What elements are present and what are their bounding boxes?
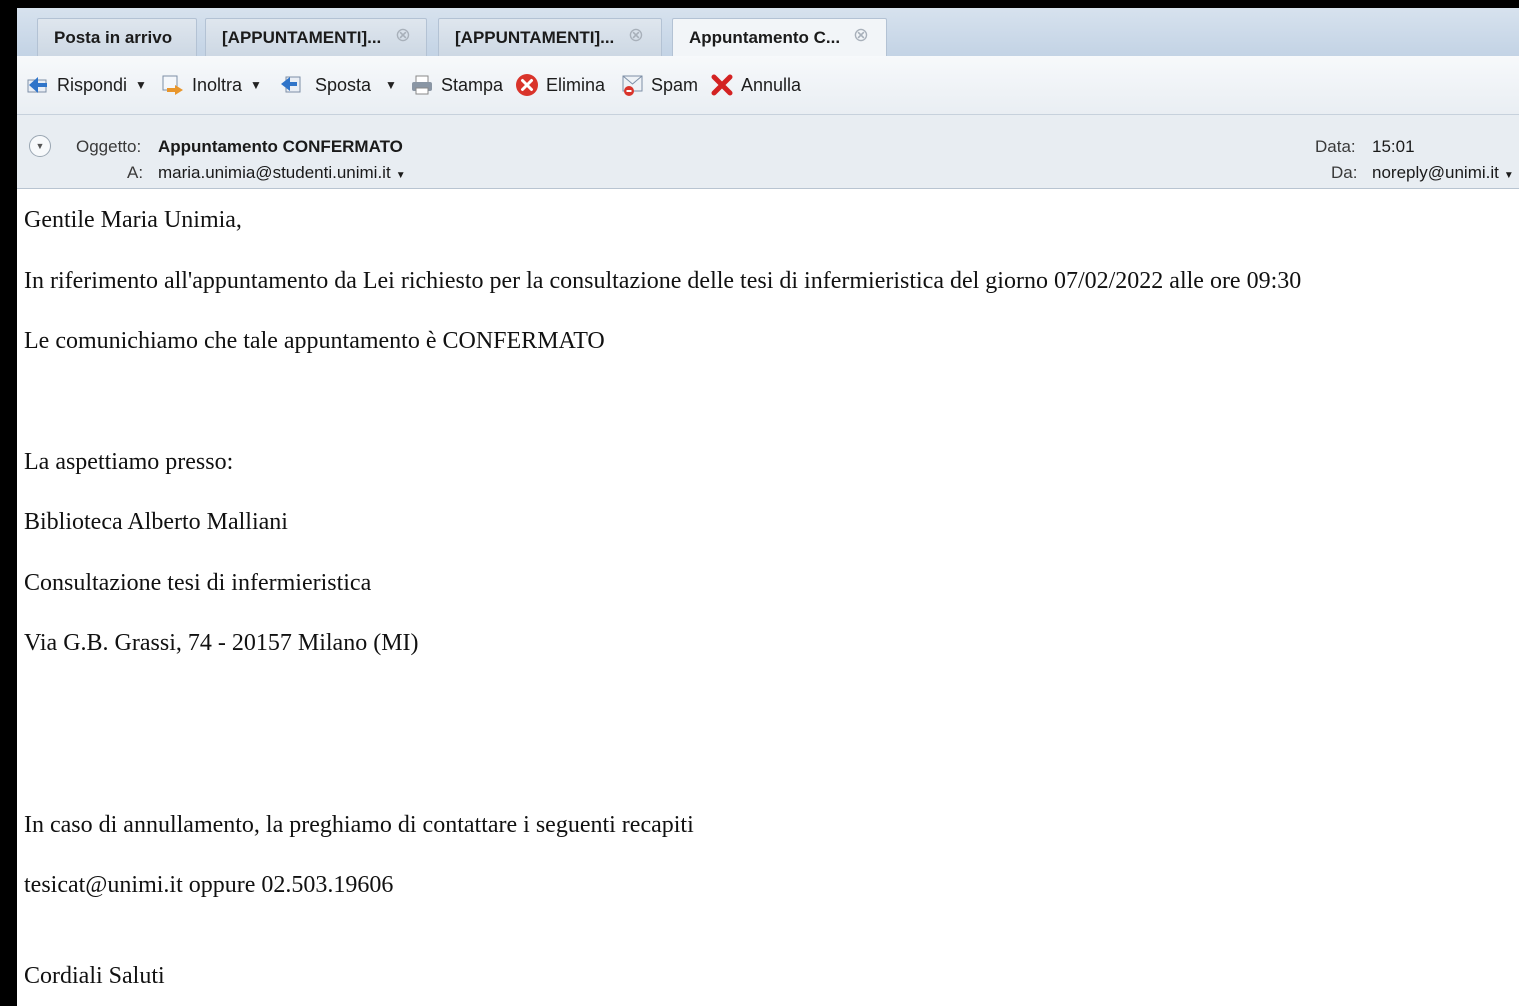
close-tab-icon[interactable]: ⊗	[628, 17, 644, 55]
body-line: La aspettiamo presso:	[24, 449, 234, 475]
to-label: A:	[127, 163, 144, 182]
from-address[interactable]: noreply@unimi.it ▼	[1372, 163, 1514, 183]
spam-label: Spam	[651, 74, 699, 95]
cancel-icon	[710, 73, 734, 97]
chevron-down-icon[interactable]: ▼	[385, 78, 397, 92]
tab-label: Appuntamento C...	[689, 28, 841, 47]
body-line: tesicat@unimi.it oppure 02.503.19606	[24, 872, 394, 898]
body-line: In riferimento all'appuntamento da Lei r…	[24, 268, 1302, 294]
to-address-text: maria.unimia@studenti.unimi.it	[158, 163, 391, 182]
subject-value: Appuntamento CONFERMATO	[158, 137, 403, 156]
greeting: Gentile Maria Unimia,	[24, 207, 242, 233]
print-button[interactable]: Stampa	[410, 56, 503, 114]
close-tab-icon[interactable]: ⊗	[395, 17, 411, 55]
close-tab-icon[interactable]: ⊗	[853, 17, 869, 55]
reply-label: Rispondi	[57, 74, 128, 95]
date-label: Data:	[1315, 137, 1356, 156]
message-header: ▼ Oggetto: Appuntamento CONFERMATO A: ma…	[17, 115, 1519, 189]
tab-appuntamenti-2[interactable]: [APPUNTAMENTI]... ⊗	[438, 18, 662, 56]
tab-bar: Posta in arrivo [APPUNTAMENTI]... ⊗ [APP…	[17, 8, 1519, 57]
toolbar: Rispondi ▼ Inoltra ▼ Sposta ▼ Stampa Eli…	[17, 56, 1519, 115]
undo-label: Annulla	[741, 74, 802, 95]
chevron-down-icon[interactable]: ▼	[135, 78, 147, 92]
tab-appuntamento-confermato[interactable]: Appuntamento C... ⊗	[672, 18, 887, 57]
reply-button[interactable]: Rispondi ▼	[26, 56, 147, 114]
move-label: Sposta	[315, 74, 372, 95]
reply-icon	[26, 73, 50, 97]
subject-label: Oggetto:	[76, 137, 142, 156]
chevron-down-icon: ▼	[395, 170, 406, 181]
tab-appuntamenti-1[interactable]: [APPUNTAMENTI]... ⊗	[205, 18, 427, 56]
tab-label: Posta in arrivo	[54, 28, 173, 47]
undo-button[interactable]: Annulla	[710, 56, 801, 114]
forward-label: Inoltra	[192, 74, 243, 95]
body-line: Consultazione tesi di infermieristica	[24, 570, 372, 596]
date-value: 15:01	[1372, 137, 1415, 156]
from-address-text: noreply@unimi.it	[1372, 163, 1499, 182]
move-icon	[279, 73, 303, 97]
print-label: Stampa	[441, 74, 504, 95]
move-button[interactable]: Sposta ▼	[279, 56, 397, 114]
closing: Cordiali Saluti	[24, 963, 165, 989]
tab-label: [APPUNTAMENTI]...	[455, 28, 615, 47]
tab-inbox[interactable]: Posta in arrivo	[37, 18, 197, 56]
body-line: Le comunichiamo che tale appuntamento è …	[24, 328, 605, 354]
chevron-down-icon: ▼	[1503, 170, 1514, 181]
spam-icon	[620, 73, 644, 97]
tab-label: [APPUNTAMENTI]...	[222, 28, 382, 47]
spam-button[interactable]: Spam	[620, 56, 698, 114]
forward-button[interactable]: Inoltra ▼	[161, 56, 262, 114]
from-label: Da:	[1331, 163, 1358, 182]
delete-icon	[515, 73, 539, 97]
printer-icon	[410, 73, 434, 97]
to-address[interactable]: maria.unimia@studenti.unimi.it ▼	[158, 163, 406, 183]
chevron-down-icon[interactable]: ▼	[250, 78, 262, 92]
body-line: Biblioteca Alberto Malliani	[24, 509, 288, 535]
delete-label: Elimina	[546, 74, 606, 95]
body-line: In caso di annullamento, la preghiamo di…	[24, 812, 694, 838]
collapse-header-icon[interactable]: ▼	[29, 135, 51, 157]
body-line: Via G.B. Grassi, 74 - 20157 Milano (MI)	[24, 630, 419, 656]
delete-button[interactable]: Elimina	[515, 56, 605, 114]
mail-window: Posta in arrivo [APPUNTAMENTI]... ⊗ [APP…	[17, 8, 1519, 1006]
forward-icon	[161, 73, 185, 97]
